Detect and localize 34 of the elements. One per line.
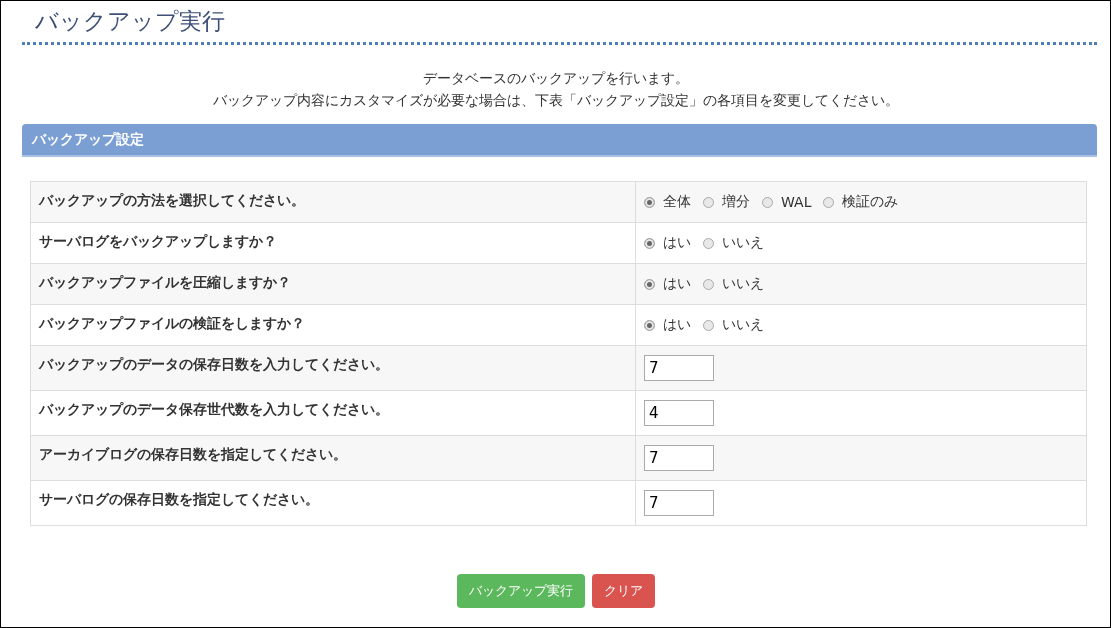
question-label: アーカイブログの保存日数を指定してください。 (31, 436, 636, 480)
radio-option[interactable]: いいえ (703, 234, 764, 252)
radio-option[interactable]: いいえ (703, 275, 764, 293)
number-field[interactable]: 7 (644, 445, 714, 471)
number-field[interactable]: 7 (644, 355, 714, 381)
question-label: バックアップのデータの保存日数を入力してください。 (31, 346, 636, 390)
question-label: バックアップファイルを圧縮しますか？ (31, 264, 636, 304)
radio-button[interactable] (703, 237, 714, 249)
radio-option[interactable]: 増分 (703, 193, 750, 211)
number-field[interactable]: 7 (644, 490, 714, 516)
radio-option[interactable]: はい (644, 316, 691, 334)
question-label: バックアップの方法を選択してください。 (31, 182, 636, 222)
intro-text: データベースのバックアップを行います。 (422, 69, 689, 88)
radio-button[interactable] (644, 319, 655, 331)
number-field[interactable]: 4 (644, 400, 714, 426)
clear-button[interactable]: クリア (591, 574, 655, 608)
radio-button[interactable] (703, 278, 714, 290)
radio-button[interactable] (703, 196, 714, 208)
radio-button[interactable] (644, 278, 655, 290)
radio-option[interactable]: いいえ (703, 316, 764, 334)
radio-option[interactable]: WAL (762, 194, 812, 210)
radio-option[interactable]: 全体 (644, 193, 691, 211)
radio-button[interactable] (762, 196, 773, 208)
radio-button[interactable] (644, 196, 655, 208)
radio-button[interactable] (823, 196, 835, 208)
radio-option[interactable]: はい (644, 234, 691, 252)
radio-option[interactable]: はい (644, 275, 691, 293)
section-title: バックアップ設定 (32, 130, 144, 149)
radio-option[interactable]: 検証のみ (823, 193, 899, 211)
radio-button[interactable] (703, 319, 714, 331)
intro-text: バックアップ内容にカスタマイズが必要な場合は、下表「バックアップ設定」の各項目を変更してください。 (212, 91, 899, 110)
radio-button[interactable] (644, 237, 655, 249)
question-label: サーバログの保存日数を指定してください。 (31, 481, 636, 525)
page-title: バックアップ実行 (35, 7, 225, 36)
